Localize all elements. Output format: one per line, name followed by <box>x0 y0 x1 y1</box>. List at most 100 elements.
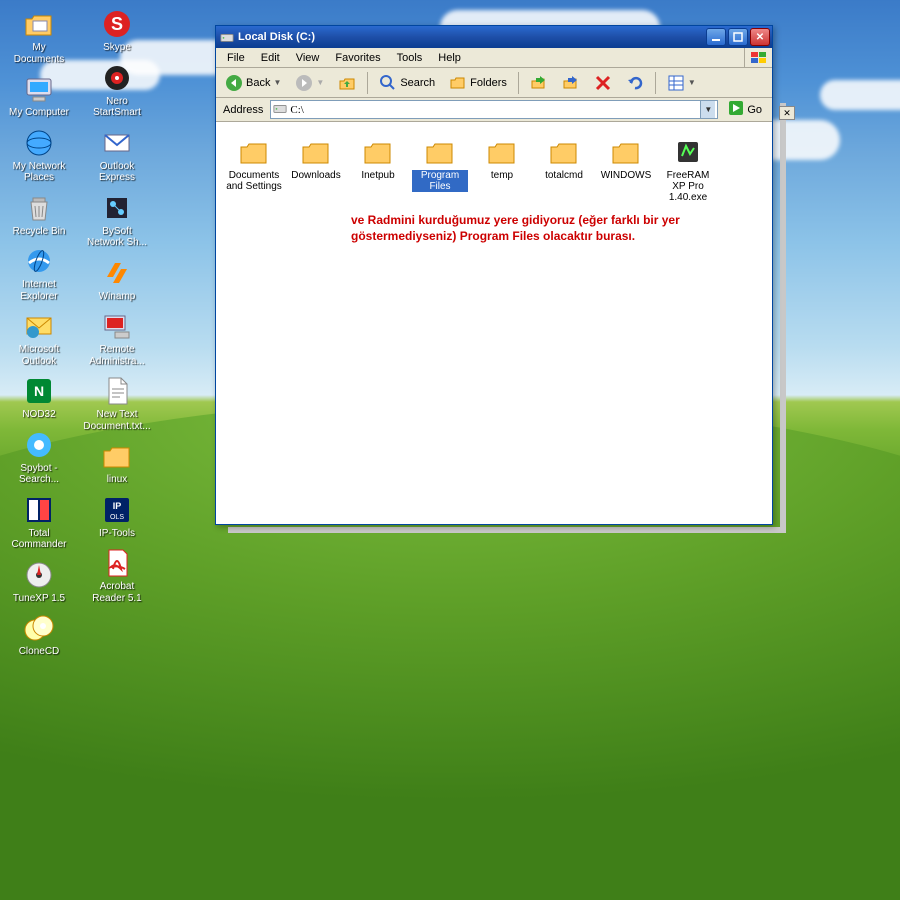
menubar: FileEditViewFavoritesToolsHelp <box>216 48 772 68</box>
desktop-icon-outlook[interactable]: Microsoft Outlook <box>4 308 74 369</box>
file-item[interactable]: temp <box>472 132 532 207</box>
desktop-icon-label: Winamp <box>99 291 136 303</box>
desktop-icon-label: Acrobat Reader 5.1 <box>84 581 150 604</box>
desktop-icon-label: IP-Tools <box>99 528 135 540</box>
explorer-window: Local Disk (C:) ✕ FileEditViewFavoritesT… <box>215 25 773 525</box>
desktop-icon-txt[interactable]: New Text Document.txt... <box>82 373 152 434</box>
desktop-icon-label: My Computer <box>9 107 69 119</box>
close-button[interactable]: ✕ <box>750 28 770 46</box>
copy-to-icon <box>562 74 580 92</box>
desktop-icon-oe[interactable]: Outlook Express <box>82 125 152 186</box>
file-item[interactable]: Program Files <box>410 132 470 207</box>
forward-button[interactable]: ▼ <box>290 71 329 95</box>
desktop-icon-folder[interactable]: linux <box>82 438 152 488</box>
desktop-icon-label: CloneCD <box>19 646 60 658</box>
desktop-icon-clonecd[interactable]: CloneCD <box>4 610 74 660</box>
nero-icon <box>101 62 133 94</box>
desktop-icon-label: NOD32 <box>22 409 55 421</box>
file-item[interactable]: Inetpub <box>348 132 408 207</box>
folder-icon <box>362 136 394 168</box>
desktop-icon-iptools[interactable]: IPOLSIP-Tools <box>82 492 152 542</box>
file-item[interactable]: FreeRAM XP Pro 1.40.exe <box>658 132 718 207</box>
desktop-icon-network[interactable]: My Network Places <box>4 125 74 186</box>
desktop-icon-label: BySoft Network Sh... <box>84 226 150 249</box>
folders-label: Folders <box>470 77 507 89</box>
background-window-close-button[interactable]: ✕ <box>779 106 795 120</box>
svg-text:N: N <box>34 383 44 399</box>
search-icon <box>379 74 397 92</box>
maximize-button[interactable] <box>728 28 748 46</box>
file-item[interactable]: totalcmd <box>534 132 594 207</box>
folder-icon <box>610 136 642 168</box>
content-pane[interactable]: Documents and SettingsDownloadsInetpubPr… <box>216 122 772 524</box>
delete-button[interactable] <box>589 71 617 95</box>
drive-icon <box>273 101 287 118</box>
skype-icon: S <box>101 8 133 40</box>
move-to-button[interactable] <box>525 71 553 95</box>
move-to-icon <box>530 74 548 92</box>
address-dropdown-button[interactable]: ▼ <box>700 101 715 118</box>
desktop-icon-nero[interactable]: Nero StartSmart <box>82 60 152 121</box>
desktop-icon-winamp[interactable]: Winamp <box>82 255 152 305</box>
svg-text:IP: IP <box>113 501 122 511</box>
chevron-down-icon: ▼ <box>273 78 281 87</box>
search-button[interactable]: Search <box>374 71 440 95</box>
desktop-icon-recycle[interactable]: Recycle Bin <box>4 190 74 240</box>
menu-file[interactable]: File <box>220 50 252 66</box>
desktop-icon-bysoft[interactable]: BySoft Network Sh... <box>82 190 152 251</box>
desktop-icon-label: linux <box>107 474 128 486</box>
desktop-icon-nod32[interactable]: N NOD32 <box>4 373 74 423</box>
svg-text:S: S <box>111 14 123 34</box>
go-button[interactable]: Go <box>722 100 768 119</box>
file-item-label: Program Files <box>412 170 468 192</box>
menu-edit[interactable]: Edit <box>254 50 287 66</box>
up-button[interactable] <box>333 71 361 95</box>
clonecd-icon <box>23 612 55 644</box>
menu-favorites[interactable]: Favorites <box>328 50 387 66</box>
folders-icon <box>449 74 467 92</box>
menu-tools[interactable]: Tools <box>390 50 430 66</box>
menu-help[interactable]: Help <box>431 50 468 66</box>
address-box[interactable]: ▼ <box>270 100 718 119</box>
views-icon <box>667 74 685 92</box>
menu-view[interactable]: View <box>289 50 327 66</box>
address-input[interactable] <box>290 104 697 116</box>
folders-button[interactable]: Folders <box>444 71 512 95</box>
desktop-icon-tune[interactable]: TuneXP 1.5 <box>4 557 74 607</box>
file-item[interactable]: WINDOWS <box>596 132 656 207</box>
desktop-icon-spybot[interactable]: Spybot - Search... <box>4 427 74 488</box>
delete-icon <box>594 74 612 92</box>
desktop-icon-computer[interactable]: My Computer <box>4 71 74 121</box>
file-item-label: Documents and Settings <box>226 170 282 192</box>
file-item[interactable]: Downloads <box>286 132 346 207</box>
minimize-button[interactable] <box>706 28 726 46</box>
folder-icon <box>300 136 332 168</box>
copy-to-button[interactable] <box>557 71 585 95</box>
desktop-icon-label: Remote Administra... <box>84 344 150 367</box>
desktop-icon-label: Recycle Bin <box>13 226 66 238</box>
desktop-icon-radmin[interactable]: Remote Administra... <box>82 308 152 369</box>
desktop-icon-ie[interactable]: Internet Explorer <box>4 243 74 304</box>
back-label: Back <box>246 77 270 89</box>
desktop-icon-acrobat[interactable]: Acrobat Reader 5.1 <box>82 545 152 606</box>
file-item-label: FreeRAM XP Pro 1.40.exe <box>660 170 716 203</box>
back-button[interactable]: Back ▼ <box>220 71 286 95</box>
undo-button[interactable] <box>621 71 649 95</box>
address-bar: Address ▼ Go <box>216 98 772 122</box>
desktop-icon-skype[interactable]: SSkype <box>82 6 152 56</box>
desktop-icon-totalcmd[interactable]: Total Commander <box>4 492 74 553</box>
radmin-icon <box>101 310 133 342</box>
file-item[interactable]: Documents and Settings <box>224 132 284 207</box>
separator <box>518 72 519 94</box>
search-label: Search <box>400 77 435 89</box>
desktop-icon-docs[interactable]: My Documents <box>4 6 74 67</box>
desktop-icon-label: Spybot - Search... <box>6 463 72 486</box>
folder-icon <box>548 136 580 168</box>
up-folder-icon <box>338 74 356 92</box>
toolbar: Back ▼ ▼ Search Folders ▼ <box>216 68 772 98</box>
file-item-label: temp <box>491 170 513 181</box>
separator <box>367 72 368 94</box>
titlebar[interactable]: Local Disk (C:) ✕ <box>216 26 772 48</box>
folder-icon <box>101 440 133 472</box>
views-button[interactable]: ▼ <box>662 71 701 95</box>
